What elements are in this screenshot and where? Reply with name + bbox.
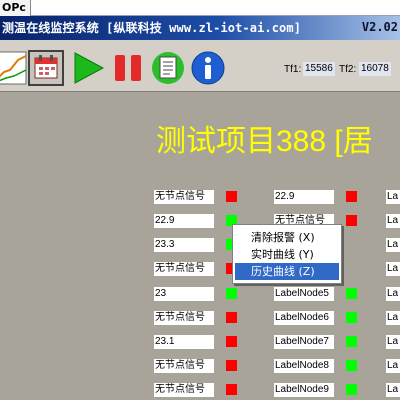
node-status-dot	[226, 312, 237, 323]
node-status-dot	[346, 384, 357, 395]
node-status-dot	[226, 336, 237, 347]
info-icon	[191, 51, 225, 85]
toolbar: Tf1: 15586 Tf2: 16078	[0, 40, 400, 92]
node-label[interactable]: La	[386, 359, 400, 373]
node-status-dot	[346, 360, 357, 371]
menu-item-realtime-curve[interactable]: 实时曲线 (Y)	[235, 246, 339, 263]
node-label[interactable]: LabelNode8	[274, 359, 334, 373]
play-button[interactable]	[70, 50, 106, 86]
menu-item-clear-alarm[interactable]: 清除报警 (X)	[235, 229, 339, 246]
node-status-dot	[346, 288, 357, 299]
window-tab[interactable]: OPc	[0, 0, 31, 16]
node-label[interactable]: La	[386, 335, 400, 349]
pause-icon	[115, 55, 141, 81]
app-title: 测温在线监控系统 [纵联科技 www.zl-iot-ai.com]	[2, 21, 302, 35]
node-status-dot	[346, 191, 357, 202]
menu-item-history-curve[interactable]: 历史曲线 (Z)	[235, 263, 339, 280]
node-label[interactable]: LabelNode7	[274, 335, 334, 349]
node-status-dot	[346, 312, 357, 323]
project-title: 测试项目388 [居	[156, 125, 373, 158]
tf2-label: Tf2:	[339, 64, 357, 75]
document-button[interactable]	[150, 50, 186, 86]
node-status-dot	[226, 360, 237, 371]
node-label[interactable]: 无节点信号	[154, 311, 214, 325]
node-label[interactable]: LabelNode5	[274, 287, 334, 301]
node-label[interactable]: La	[386, 287, 400, 301]
context-menu: 清除报警 (X) 实时曲线 (Y) 历史曲线 (Z)	[232, 224, 342, 284]
node-label[interactable]: 23.1	[154, 335, 214, 349]
app-version: V2.02	[361, 20, 398, 34]
tab-strip: OPc	[0, 0, 400, 16]
node-status-dot	[226, 384, 237, 395]
node-label[interactable]: 无节点信号	[154, 359, 214, 373]
title-bar: 测温在线监控系统 [纵联科技 www.zl-iot-ai.com] V2.02	[0, 16, 400, 40]
tf1-label: Tf1:	[284, 64, 302, 75]
node-label[interactable]: La	[386, 214, 400, 228]
node-label[interactable]: 无节点信号	[154, 190, 214, 204]
tf2-value: 16078	[359, 62, 391, 76]
app-window: OPc 测温在线监控系统 [纵联科技 www.zl-iot-ai.com] V2…	[0, 0, 400, 400]
node-label[interactable]: La	[386, 383, 400, 397]
node-label[interactable]: La	[386, 311, 400, 325]
node-label[interactable]: La	[386, 190, 400, 204]
curve-chart-icon	[0, 51, 27, 85]
node-status-dot	[226, 191, 237, 202]
info-button[interactable]	[190, 50, 226, 86]
node-label[interactable]: 22.9	[154, 214, 214, 228]
calendar-icon	[34, 55, 58, 79]
document-icon	[152, 52, 184, 84]
calendar-button[interactable]	[28, 50, 64, 86]
node-status-dot	[226, 288, 237, 299]
node-label[interactable]: 22.9	[274, 190, 334, 204]
node-status-dot	[346, 215, 357, 226]
node-label[interactable]: 无节点信号	[154, 262, 214, 276]
node-label[interactable]: 无节点信号	[154, 383, 214, 397]
node-label[interactable]: 23.3	[154, 238, 214, 252]
play-icon	[74, 52, 105, 84]
pause-button[interactable]	[110, 50, 146, 86]
node-label[interactable]: 23	[154, 287, 214, 301]
curve-chart-button[interactable]	[0, 50, 28, 86]
node-status-dot	[346, 336, 357, 347]
node-label[interactable]: La	[386, 262, 400, 276]
node-label[interactable]: LabelNode9	[274, 383, 334, 397]
tf1-value: 15586	[303, 62, 335, 76]
node-label[interactable]: La	[386, 238, 400, 252]
node-label[interactable]: LabelNode6	[274, 311, 334, 325]
